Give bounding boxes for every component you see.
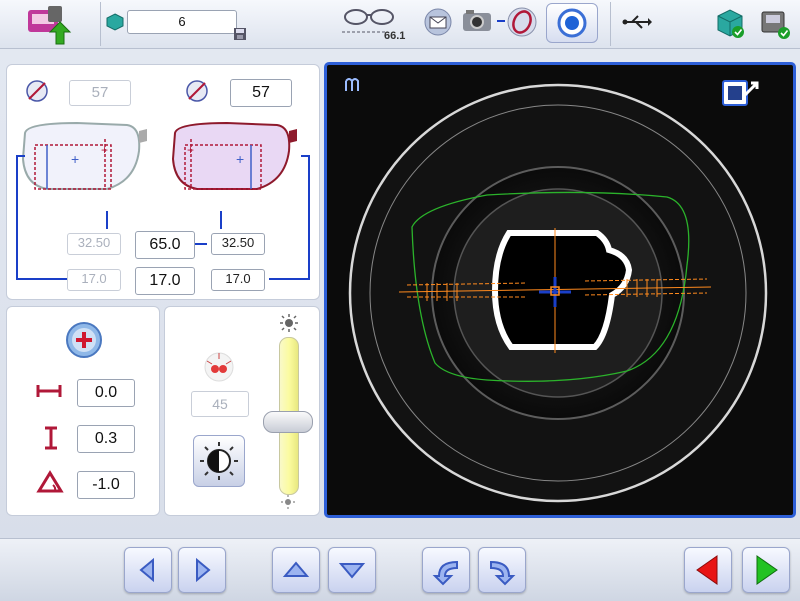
horizontal-offset-field[interactable]: 0.0: [77, 379, 135, 407]
device-check-icon[interactable]: [756, 6, 792, 40]
vertical-offset-field[interactable]: 0.3: [77, 425, 135, 453]
axis-angle-field[interactable]: -1.0: [77, 471, 135, 499]
svg-text:+: +: [71, 151, 79, 167]
brightness-slider-thumb[interactable]: [263, 411, 313, 433]
rotate-right-button[interactable]: [478, 547, 526, 593]
lens-image: [348, 83, 768, 503]
email-icon[interactable]: [424, 8, 452, 36]
axis-angle-icon: [35, 469, 65, 495]
up-button[interactable]: [272, 547, 320, 593]
centering-target-icon[interactable]: [546, 3, 598, 43]
navigation-bar: [0, 538, 800, 601]
pd-total-field[interactable]: 65.0: [135, 231, 195, 259]
vertical-offset-icon: [41, 425, 61, 451]
shape-icon: [106, 13, 124, 31]
lens-shape-icon[interactable]: [506, 6, 538, 38]
home-upload-icon[interactable]: [22, 2, 74, 46]
frame-diagram: + + + +: [16, 121, 310, 280]
left-diameter-field[interactable]: 57: [69, 80, 131, 106]
rotate-left-button[interactable]: [422, 547, 470, 593]
continue-button[interactable]: [742, 547, 790, 593]
auto-brightness-button[interactable]: [193, 435, 245, 487]
usb-icon: [622, 12, 652, 32]
camera-view[interactable]: [324, 62, 796, 518]
svg-text:+: +: [236, 151, 244, 167]
height-total-field[interactable]: 17.0: [135, 267, 195, 295]
left-pd-field[interactable]: 32.50: [67, 233, 121, 255]
add-offset-button[interactable]: [65, 321, 103, 359]
next-button[interactable]: [178, 547, 226, 593]
box-check-icon[interactable]: [712, 6, 746, 40]
illumination-icon: [203, 351, 235, 383]
tracking-icon: [343, 75, 363, 95]
lens-parameters-panel: 57 57 + + + + 32.50 65.0 32.50 17.0 17.0…: [6, 64, 320, 300]
down-button[interactable]: [328, 547, 376, 593]
camera-icon[interactable]: [460, 6, 494, 36]
right-pd-field[interactable]: 32.50: [211, 233, 265, 255]
left-height-field[interactable]: 17.0: [67, 269, 121, 291]
frame-width-value: 66.1: [384, 30, 406, 42]
right-height-field[interactable]: 17.0: [211, 269, 265, 291]
connector-dash: [497, 20, 505, 22]
right-diameter-field[interactable]: 57: [230, 79, 292, 107]
save-icon[interactable]: [232, 26, 248, 42]
exit-view-icon[interactable]: [721, 77, 761, 111]
horizontal-offset-icon: [35, 381, 63, 401]
brightness-low-icon: [281, 495, 295, 509]
brightness-panel: 45: [164, 306, 320, 516]
back-button[interactable]: [684, 547, 732, 593]
job-number-field[interactable]: 6: [127, 10, 237, 34]
offset-panel: 0.0 0.3 -1.0: [6, 306, 160, 516]
brightness-high-icon: [279, 313, 299, 333]
svg-text:+: +: [187, 143, 194, 157]
right-diameter-icon[interactable]: [185, 79, 209, 103]
toolbar-divider: [100, 2, 101, 46]
svg-text:+: +: [101, 143, 108, 157]
toolbar-divider: [610, 2, 611, 46]
brightness-value-field[interactable]: 45: [191, 391, 249, 417]
top-toolbar: 6 66.1: [0, 0, 800, 49]
left-diameter-icon[interactable]: [25, 79, 49, 103]
previous-button[interactable]: [124, 547, 172, 593]
